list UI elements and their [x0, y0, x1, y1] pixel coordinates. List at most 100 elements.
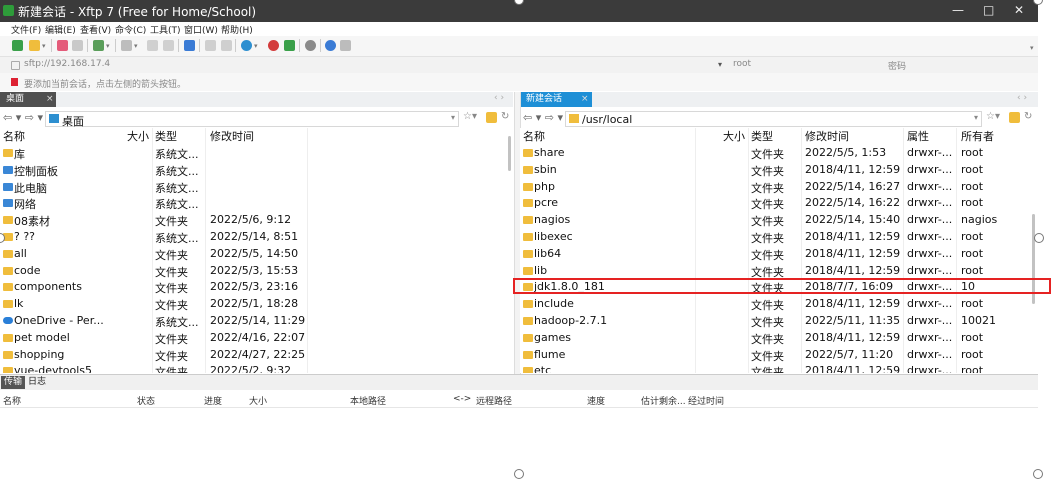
close-button[interactable]: ✕: [1014, 3, 1024, 17]
transfer-col-name[interactable]: 名称: [3, 394, 21, 407]
file-row[interactable]: pet model 文件夹 2022/4/16, 22:07: [0, 329, 513, 346]
file-row[interactable]: OneDrive - Per... 系统文... 2022/5/14, 11:29: [0, 312, 513, 329]
file-row[interactable]: php 文件夹 2022/5/14, 16:27 drwxr-... root: [520, 178, 1038, 195]
file-row[interactable]: components 文件夹 2022/5/3, 23:16: [0, 278, 513, 295]
file-row[interactable]: lk 文件夹 2022/5/1, 18:28: [0, 295, 513, 312]
file-row[interactable]: 此电脑 系统文...: [0, 178, 513, 195]
right-path-input[interactable]: /usr/local ▾: [565, 111, 982, 127]
file-row[interactable]: code 文件夹 2022/5/3, 15:53: [0, 262, 513, 279]
file-row[interactable]: include 文件夹 2018/4/11, 12:59 drwxr-... root: [520, 295, 1038, 312]
tab-scroll-icon[interactable]: ‹ ›: [494, 93, 504, 103]
globe-icon[interactable]: [241, 40, 252, 51]
menu-help[interactable]: 帮助(H): [221, 23, 253, 36]
refresh-icon[interactable]: ↻: [1024, 111, 1032, 122]
maximize-button[interactable]: □: [983, 3, 994, 17]
back-forward-icon[interactable]: ⇦ ▾ ⇨ ▾: [3, 111, 43, 124]
resize-handle[interactable]: [1033, 0, 1043, 5]
star-icon[interactable]: ☆▾: [986, 111, 1000, 122]
chevron-down-icon[interactable]: ▾: [134, 42, 138, 50]
close-icon[interactable]: ×: [46, 92, 54, 107]
parent-folder-icon[interactable]: [486, 112, 497, 123]
new-tab-icon[interactable]: [93, 40, 104, 51]
transfer-icon[interactable]: [184, 40, 195, 51]
file-row[interactable]: lib64 文件夹 2018/4/11, 12:59 drwxr-... root: [520, 245, 1038, 262]
column-header-type[interactable]: 类型: [155, 128, 177, 144]
chevron-down-icon[interactable]: ▾: [106, 42, 110, 50]
back-forward-icon[interactable]: ⇦ ▾ ⇨ ▾: [523, 111, 563, 124]
chevron-down-icon[interactable]: ▾: [42, 42, 46, 50]
star-icon[interactable]: ☆▾: [463, 111, 477, 122]
column-header-mtime[interactable]: 修改时间: [210, 128, 254, 144]
bookmark-icon[interactable]: [11, 78, 18, 86]
column-header-mtime[interactable]: 修改时间: [805, 128, 849, 144]
menu-edit[interactable]: 编辑(E): [45, 23, 76, 36]
file-row[interactable]: 网络 系统文...: [0, 194, 513, 211]
username-input[interactable]: root: [733, 59, 751, 69]
file-row[interactable]: share 文件夹 2022/5/5, 1:53 drwxr-... root: [520, 144, 1038, 161]
column-header-size[interactable]: 大小: [127, 128, 149, 144]
transfer-col-status[interactable]: 状态: [137, 394, 155, 407]
screenshot-icon[interactable]: [284, 40, 295, 51]
help-icon[interactable]: [325, 40, 336, 51]
menu-tools[interactable]: 工具(T): [150, 23, 181, 36]
transfer-col-size[interactable]: 大小: [249, 394, 267, 407]
file-row[interactable]: lib 文件夹 2018/4/11, 12:59 drwxr-... root: [520, 262, 1038, 279]
column-header-type[interactable]: 类型: [751, 128, 773, 144]
paste-icon[interactable]: [163, 40, 174, 51]
file-row[interactable]: sbin 文件夹 2018/4/11, 12:59 drwxr-... root: [520, 161, 1038, 178]
menu-view[interactable]: 查看(V): [80, 23, 111, 36]
chevron-down-icon[interactable]: ▾: [254, 42, 258, 50]
tab-new-session[interactable]: 新建会话 ×: [520, 92, 592, 107]
parent-folder-icon[interactable]: [1009, 112, 1020, 123]
transfer-col-speed[interactable]: 速度: [587, 394, 605, 407]
transfer-col-progress[interactable]: 进度: [204, 394, 222, 407]
resize-handle[interactable]: [1033, 469, 1043, 479]
connect-icon[interactable]: [57, 40, 68, 51]
xshell-icon[interactable]: [268, 40, 279, 51]
download-icon[interactable]: [221, 40, 232, 51]
upload-icon[interactable]: [205, 40, 216, 51]
file-row[interactable]: flume 文件夹 2022/5/7, 11:20 drwxr-... root: [520, 346, 1038, 363]
chevron-down-icon[interactable]: ▾: [451, 113, 455, 122]
chevron-down-icon[interactable]: ▾: [974, 113, 978, 122]
disconnect-icon[interactable]: [72, 40, 83, 51]
host-input[interactable]: sftp://192.168.17.4: [24, 59, 110, 69]
toolbar-more-icon[interactable]: ▾: [1030, 44, 1034, 52]
open-folder-icon[interactable]: [29, 40, 40, 51]
new-session-icon[interactable]: [12, 40, 23, 51]
transfer-col-eta[interactable]: 估计剩余...: [641, 394, 686, 407]
file-row[interactable]: shopping 文件夹 2022/4/27, 22:25: [0, 346, 513, 363]
resize-handle[interactable]: [514, 469, 524, 479]
file-row[interactable]: all 文件夹 2022/5/5, 14:50: [0, 245, 513, 262]
file-row[interactable]: hadoop-2.7.1 文件夹 2022/5/11, 11:35 drwxr-...…: [520, 312, 1038, 329]
column-header-size[interactable]: 大小: [723, 128, 745, 144]
close-icon[interactable]: ×: [581, 92, 589, 107]
file-row[interactable]: etc 文件夹 2018/4/11, 12:59 drwxr-... root: [520, 362, 1038, 373]
file-row[interactable]: nagios 文件夹 2022/5/14, 15:40 drwxr-... nagios: [520, 211, 1038, 228]
tab-transfer[interactable]: 传输: [1, 376, 26, 389]
file-row[interactable]: pcre 文件夹 2022/5/14, 16:22 drwxr-... root: [520, 194, 1038, 211]
tab-log[interactable]: 日志: [25, 376, 49, 389]
menu-window[interactable]: 窗口(W): [184, 23, 218, 36]
transfer-col-local-path[interactable]: 本地路径: [350, 394, 386, 407]
transfer-col-direction[interactable]: <->: [453, 394, 471, 404]
copy-icon[interactable]: [147, 40, 158, 51]
column-header-owner[interactable]: 所有者: [961, 128, 994, 144]
column-header-attr[interactable]: 属性: [907, 128, 929, 144]
file-row[interactable]: games 文件夹 2018/4/11, 12:59 drwxr-... root: [520, 329, 1038, 346]
transfer-col-elapsed[interactable]: 经过时间: [688, 394, 724, 407]
left-path-input[interactable]: 桌面 ▾: [45, 111, 459, 128]
tab-scroll-icon[interactable]: ‹ ›: [1017, 93, 1027, 103]
file-row[interactable]: 库 系统文...: [0, 144, 513, 161]
minimize-button[interactable]: —: [952, 3, 964, 17]
chat-icon[interactable]: [340, 40, 351, 51]
file-row[interactable]: ? ?? 系统文... 2022/5/14, 8:51: [0, 228, 513, 245]
refresh-icon[interactable]: ↻: [501, 111, 509, 122]
file-row[interactable]: libexec 文件夹 2018/4/11, 12:59 drwxr-... root: [520, 228, 1038, 245]
transfer-col-remote-path[interactable]: 远程路径: [476, 394, 512, 407]
host-dropdown-icon[interactable]: ▾: [718, 60, 722, 69]
file-row[interactable]: 08素材 文件夹 2022/5/6, 9:12: [0, 211, 513, 228]
resize-handle[interactable]: [1034, 233, 1044, 243]
gear-icon[interactable]: [305, 40, 316, 51]
file-row[interactable]: vue-devtools5 文件夹 2022/5/2, 9:32: [0, 362, 513, 373]
